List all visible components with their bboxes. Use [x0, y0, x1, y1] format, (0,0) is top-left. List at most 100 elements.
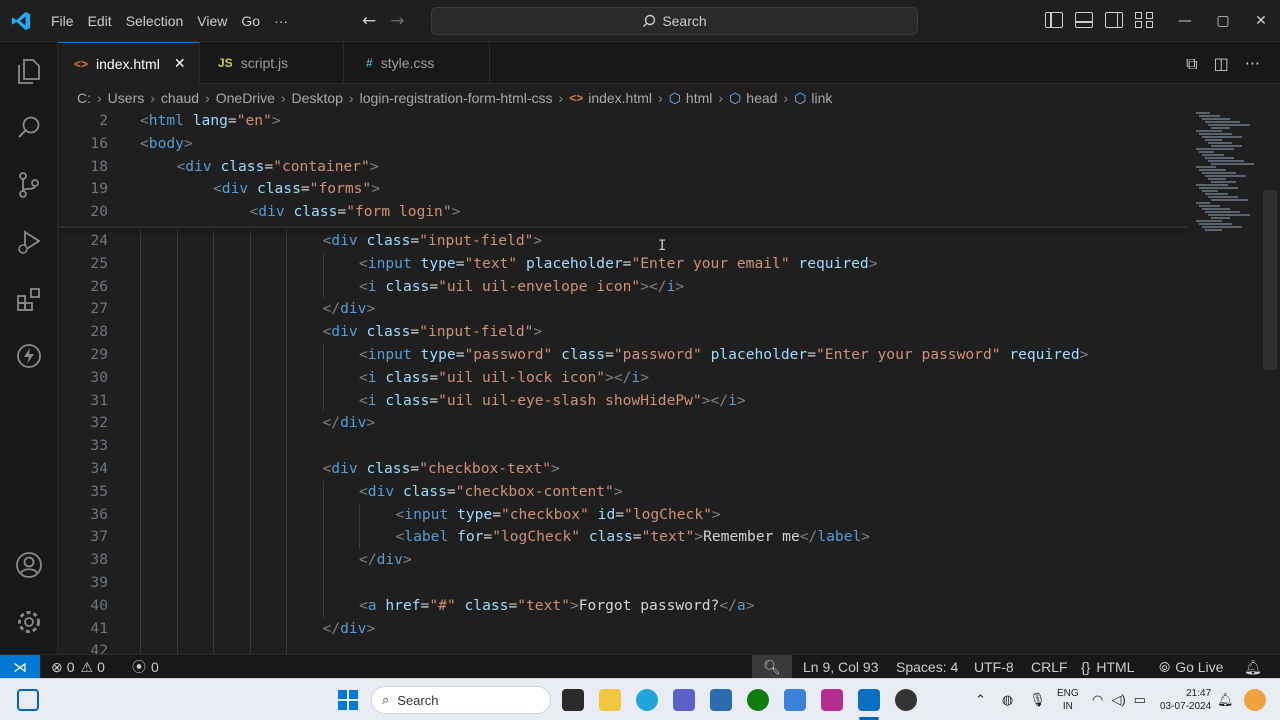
code-text: <div class="input-field"> [322, 232, 543, 249]
notification-bell-icon[interactable]: 🔔︎ [1217, 679, 1234, 720]
accounts-icon[interactable] [14, 550, 44, 580]
widgets-icon[interactable] [17, 689, 39, 711]
task-view-icon[interactable] [562, 689, 584, 711]
source-control-icon[interactable] [14, 170, 44, 200]
indent-guide [286, 526, 287, 550]
settings-gear-icon[interactable] [14, 607, 44, 637]
minimap[interactable] [1188, 110, 1258, 250]
encoding[interactable]: UTF-8 [974, 655, 1014, 679]
go-live-button[interactable]: ⦾ Go Live [1159, 655, 1223, 679]
indent-guide [322, 549, 324, 572]
code-text: <html lang="en"> [140, 112, 281, 129]
file-explorer-icon[interactable] [599, 689, 621, 711]
maximize-icon[interactable]: ▢ [1204, 0, 1242, 42]
chevron-right-icon: › [658, 90, 663, 106]
breadcrumb-item[interactable]: head [746, 90, 777, 106]
xbox-icon[interactable] [747, 689, 769, 711]
back-arrow-icon[interactable]: ← [362, 11, 376, 31]
line-number: 18 [90, 157, 108, 175]
app-icon[interactable] [784, 689, 806, 711]
windows-start-icon[interactable] [338, 690, 358, 710]
notifications-bell-icon[interactable]: 🔔︎ [1244, 655, 1262, 679]
taskbar-search[interactable]: ⌕ Search [371, 686, 551, 714]
instagram-icon[interactable] [821, 689, 843, 711]
toggle-secondary-sidebar-icon[interactable] [1105, 12, 1123, 28]
remote-indicator-icon[interactable]: ⋊ [0, 655, 40, 679]
open-preview-icon[interactable]: ⧉ [1186, 54, 1197, 74]
ports-indicator[interactable]: ⦿ 0 [132, 655, 159, 679]
tab-close-icon[interactable]: ✕ [174, 55, 186, 72]
search-view-icon[interactable] [14, 113, 44, 143]
extensions-icon[interactable] [14, 284, 44, 314]
customize-layout-icon[interactable] [1135, 12, 1153, 28]
live-server-icon[interactable] [14, 341, 44, 371]
tab-style-css[interactable]: # style.css [344, 42, 490, 84]
menu-file[interactable]: File [44, 13, 81, 29]
quick-settings[interactable]: ◠ ◁) ▭ [1092, 679, 1146, 720]
tab-script-js[interactable]: JS script.js [200, 42, 344, 84]
toggle-primary-sidebar-icon[interactable] [1045, 12, 1063, 28]
indent-guide [286, 298, 287, 322]
indent-guide [359, 503, 360, 527]
store-icon[interactable] [710, 689, 732, 711]
split-editor-icon[interactable]: ◫ [1214, 54, 1229, 74]
edge-browser-icon[interactable] [636, 689, 658, 711]
indent-guide [286, 480, 287, 504]
breadcrumb-item[interactable]: C: [77, 90, 91, 106]
vscode-taskbar-icon[interactable] [858, 689, 880, 711]
language-mode[interactable]: {} HTML [1081, 655, 1134, 679]
menu-selection[interactable]: Selection [119, 13, 191, 29]
forward-arrow-icon[interactable]: → [390, 11, 404, 31]
minimap-line [1196, 130, 1222, 132]
problems-indicator[interactable]: ⊗ 0 ⚠ 0 [51, 655, 105, 679]
line-number: 19 [90, 180, 108, 198]
indent-guide [249, 480, 251, 504]
more-actions-icon[interactable]: ··· [1245, 54, 1260, 74]
breadcrumb-item[interactable]: html [686, 90, 712, 106]
vertical-scrollbar[interactable] [1263, 190, 1277, 370]
breadcrumb-item[interactable]: login-registration-form-html-css [360, 90, 553, 106]
breadcrumb-item[interactable]: link [811, 90, 832, 106]
breadcrumb-item[interactable]: Desktop [292, 90, 343, 106]
command-center-search[interactable]: Search [431, 7, 918, 35]
cursor-position[interactable]: Ln 9, Col 93 [803, 655, 879, 679]
teams-icon[interactable] [673, 689, 695, 711]
indent-guide [176, 230, 178, 253]
code-text: <i class="uil uil-eye-slash showHidePw">… [359, 391, 746, 409]
chevron-right-icon: › [718, 90, 724, 106]
explorer-icon[interactable] [14, 56, 44, 86]
chevron-up-icon[interactable]: ⌃ [975, 692, 986, 708]
menu-more[interactable]: ··· [267, 13, 295, 29]
indent-guide [286, 503, 287, 527]
activity-bar [0, 42, 58, 654]
clock[interactable]: 21:47 03-07-2024 [1160, 679, 1211, 720]
language-indicator[interactable]: ENG IN [1057, 679, 1079, 720]
minimize-icon[interactable]: — [1166, 0, 1204, 42]
code-editor[interactable]: 2 <html lang="en"> 16 <body> 18 <div class="c… [58, 110, 1280, 654]
breadcrumb-item[interactable]: Users [108, 90, 145, 106]
indent-guide [176, 594, 178, 618]
breadcrumb-item[interactable]: chaud [161, 90, 199, 106]
breadcrumb-item[interactable]: index.html [588, 90, 652, 106]
breadcrumb-item[interactable]: OneDrive [216, 90, 275, 106]
obs-icon[interactable] [895, 689, 917, 711]
menu-go[interactable]: Go [234, 13, 267, 29]
copilot-icon[interactable] [1244, 689, 1266, 711]
indent-guide [176, 572, 178, 595]
indent-guide [249, 549, 251, 572]
menu-edit[interactable]: Edit [81, 13, 119, 29]
zoom-icon[interactable]: 🔍︎ [752, 655, 792, 679]
tray-app-icon[interactable]: ◍ [1002, 692, 1013, 708]
code-text: <div class="form login"> [249, 203, 461, 221]
wifi-icon: ◠ [1092, 692, 1104, 707]
microphone-icon[interactable]: 🎙︎ [1029, 692, 1046, 708]
run-debug-icon[interactable] [14, 227, 44, 257]
close-window-icon[interactable]: ✕ [1242, 0, 1280, 42]
indentation[interactable]: Spaces: 4 [896, 655, 958, 679]
toggle-panel-icon[interactable] [1075, 12, 1093, 28]
line-ending[interactable]: CRLF [1031, 655, 1068, 679]
menu-view[interactable]: View [190, 13, 234, 29]
indent-guide [176, 526, 178, 550]
indent-guide [249, 640, 251, 654]
tab-index-html[interactable]: <> index.html ✕ [58, 42, 200, 84]
